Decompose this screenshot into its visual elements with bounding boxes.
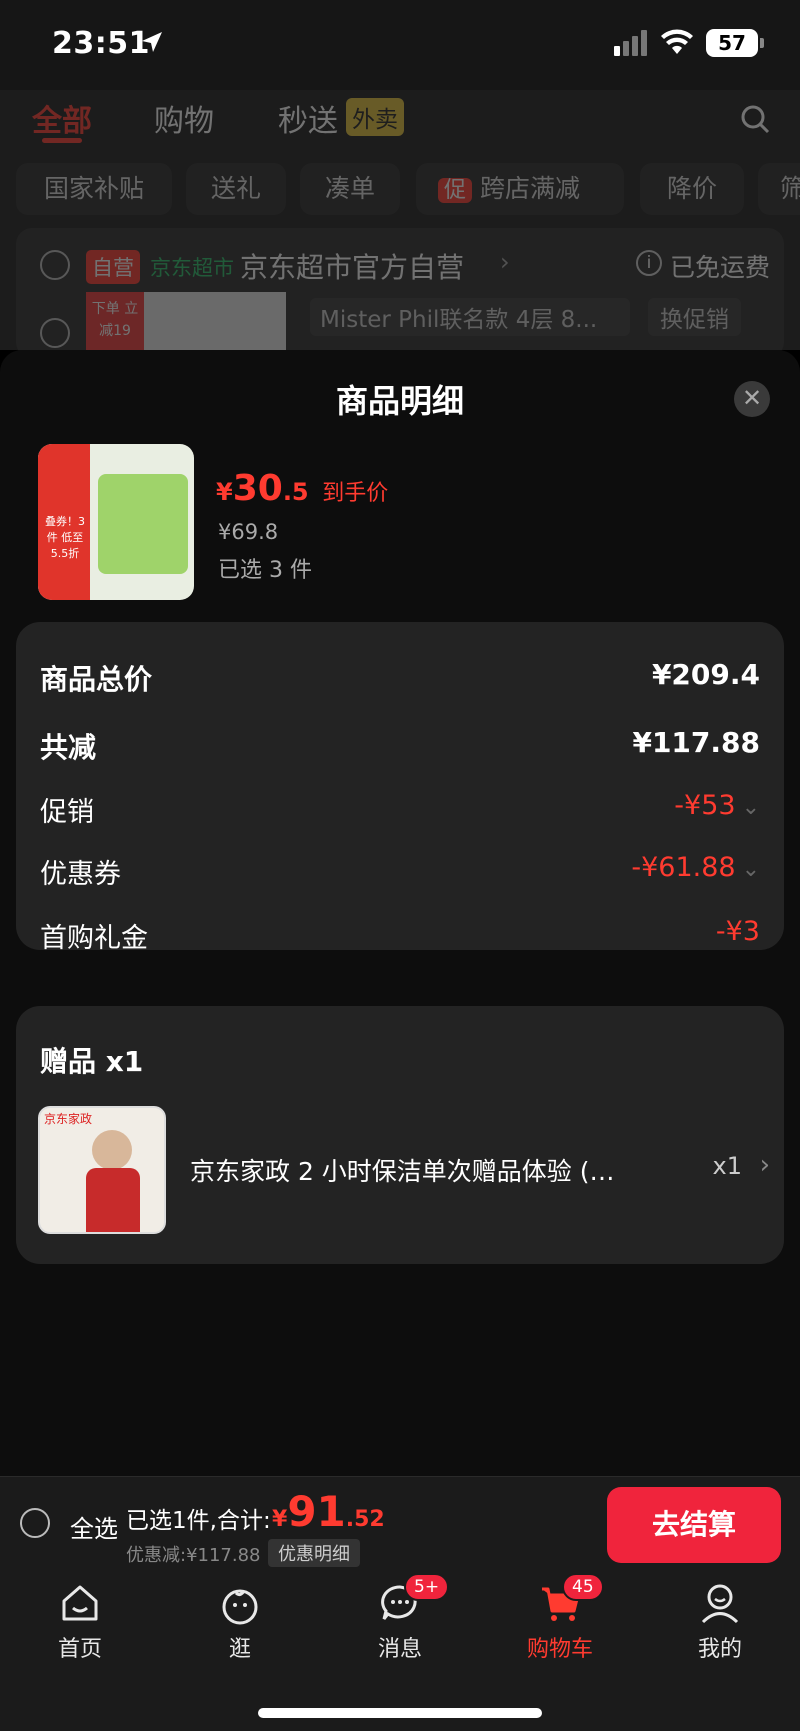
summary-value-total: ¥209.4 <box>651 658 760 691</box>
close-icon: ✕ <box>741 384 763 412</box>
user-icon <box>701 1584 739 1624</box>
filter-cross-store[interactable]: 促跨店满减 <box>416 163 624 215</box>
product-selected-count: 已选 3 件 <box>218 558 312 583</box>
gift-item-row[interactable]: 京东家政 2 小时保洁单次赠品体验 (… x1 › <box>190 1150 770 1192</box>
product-final-price: ¥30.5 到手价 <box>216 468 389 509</box>
checkout-bar: 全选 已选1件,合计: ¥91.52 优惠减:¥117.88 优惠明细 去结算 <box>0 1476 800 1569</box>
tab-home[interactable]: 首页 <box>20 1581 140 1663</box>
tab-express[interactable]: 秒送 <box>278 96 338 140</box>
battery-icon: 57 <box>706 29 758 57</box>
home-indicator <box>258 1708 542 1718</box>
summary-value-reduced: ¥117.88 <box>632 726 760 759</box>
cellular-signal-icon <box>614 30 647 56</box>
cart-page-background: 全部 购物 秒送 外卖 国家补贴 送礼 凑单 促跨店满减 降价 筛 自营 京东超… <box>0 90 800 358</box>
gifts-card: 赠品 x1 京东家政 京东家政 2 小时保洁单次赠品体验 (… x1 › <box>16 1006 784 1264</box>
product-detail-sheet: 商品明细 ✕ 叠券！3件 低至5.5折 ¥30.5 到手价 ¥69.8 已选 3… <box>0 350 800 1476</box>
tab-profile[interactable]: 我的 <box>660 1581 780 1663</box>
item-checkbox[interactable] <box>40 318 70 348</box>
discount-detail-button[interactable]: 优惠明细 <box>268 1539 360 1567</box>
search-icon[interactable] <box>740 104 770 134</box>
status-bar: 23:51 57 <box>0 0 800 90</box>
shipping-status: 已免运费 <box>670 253 771 282</box>
tab-browse[interactable]: 逛 <box>180 1581 300 1663</box>
self-operated-badge: 自营 <box>86 250 140 284</box>
bottom-tab-bar: 首页 逛 消息 5+ 购物车 45 我的 <box>0 1569 800 1731</box>
discount-summary: 优惠减:¥117.88 <box>126 1545 261 1566</box>
tab-all-underline <box>42 138 82 143</box>
sheet-title: 商品明细 <box>335 382 464 420</box>
gift-item-name: 京东家政 2 小时保洁单次赠品体验 (… <box>190 1157 615 1186</box>
total-price: ¥91.52 <box>272 1487 385 1536</box>
filter-gift[interactable]: 送礼 <box>186 163 286 215</box>
info-icon[interactable]: i <box>636 250 662 276</box>
chevron-right-icon: › <box>500 248 510 276</box>
tab-all[interactable]: 全部 <box>32 96 92 140</box>
cart-badge: 45 <box>562 1573 604 1601</box>
price-summary-card: 商品总价 ¥209.4 共减 ¥117.88 促销 -¥53 ⌄ 优惠券 -¥61… <box>16 622 784 954</box>
store-checkbox[interactable] <box>40 250 70 280</box>
chevron-right-icon: › <box>759 1150 770 1180</box>
item-thumbnail[interactable]: 下单 立减19 <box>86 292 286 350</box>
supermarket-tag: 京东超市 <box>150 256 234 280</box>
promo-badge: 促 <box>438 178 473 203</box>
checkout-button[interactable]: 去结算 <box>607 1487 781 1563</box>
summary-value-first-gift: -¥3 <box>715 916 760 947</box>
gift-item-qty: x1 <box>712 1152 742 1180</box>
store-name[interactable]: 京东超市官方自营 <box>240 246 464 286</box>
filter-bundle[interactable]: 凑单 <box>300 163 400 215</box>
product-thumbnail[interactable]: 叠券！3件 低至5.5折 <box>38 444 194 600</box>
filter-national-subsidy[interactable]: 国家补贴 <box>16 163 172 215</box>
product-original-price: ¥69.8 <box>218 520 279 544</box>
selected-summary: 已选1件,合计: <box>126 1508 271 1534</box>
status-time: 23:51 <box>52 26 150 61</box>
select-all-checkbox[interactable] <box>20 1508 50 1538</box>
summary-value-coupon: -¥61.88 <box>631 852 736 883</box>
summary-label-promo: 促销 <box>40 797 94 828</box>
summary-label-first-gift: 首购礼金 <box>40 923 148 954</box>
tab-shopping[interactable]: 购物 <box>154 96 214 140</box>
face-icon <box>222 1589 258 1625</box>
summary-label-reduced: 共减 <box>40 731 97 764</box>
filter-price-drop[interactable]: 降价 <box>640 163 744 215</box>
chevron-down-icon: ⌄ <box>741 857 760 882</box>
item-variant-selector[interactable]: Mister Phil联名款 4层 8... <box>310 298 630 336</box>
filter-more[interactable]: 筛 <box>758 163 800 215</box>
gifts-title: 赠品 x1 <box>40 1045 144 1078</box>
battery-tip <box>760 38 764 48</box>
change-promo-button[interactable]: 换促销 <box>648 298 741 336</box>
summary-label-coupon: 优惠券 <box>40 859 121 890</box>
gift-thumbnail[interactable]: 京东家政 <box>38 1106 166 1234</box>
select-all-label[interactable]: 全选 <box>70 1509 118 1544</box>
home-icon <box>62 1585 98 1621</box>
summary-row-promo[interactable]: -¥53 ⌄ <box>674 790 760 821</box>
takeout-badge: 外卖 <box>346 98 404 136</box>
wifi-icon <box>661 29 693 54</box>
battery-level: 57 <box>718 31 746 55</box>
messages-badge: 5+ <box>404 1573 450 1601</box>
chevron-down-icon: ⌄ <box>741 795 760 820</box>
summary-label-total: 商品总价 <box>40 663 153 696</box>
close-button[interactable]: ✕ <box>734 381 770 417</box>
summary-row-coupon[interactable]: -¥61.88 ⌄ <box>631 852 760 883</box>
summary-value-promo: -¥53 <box>674 790 736 821</box>
location-arrow-icon <box>142 32 162 52</box>
